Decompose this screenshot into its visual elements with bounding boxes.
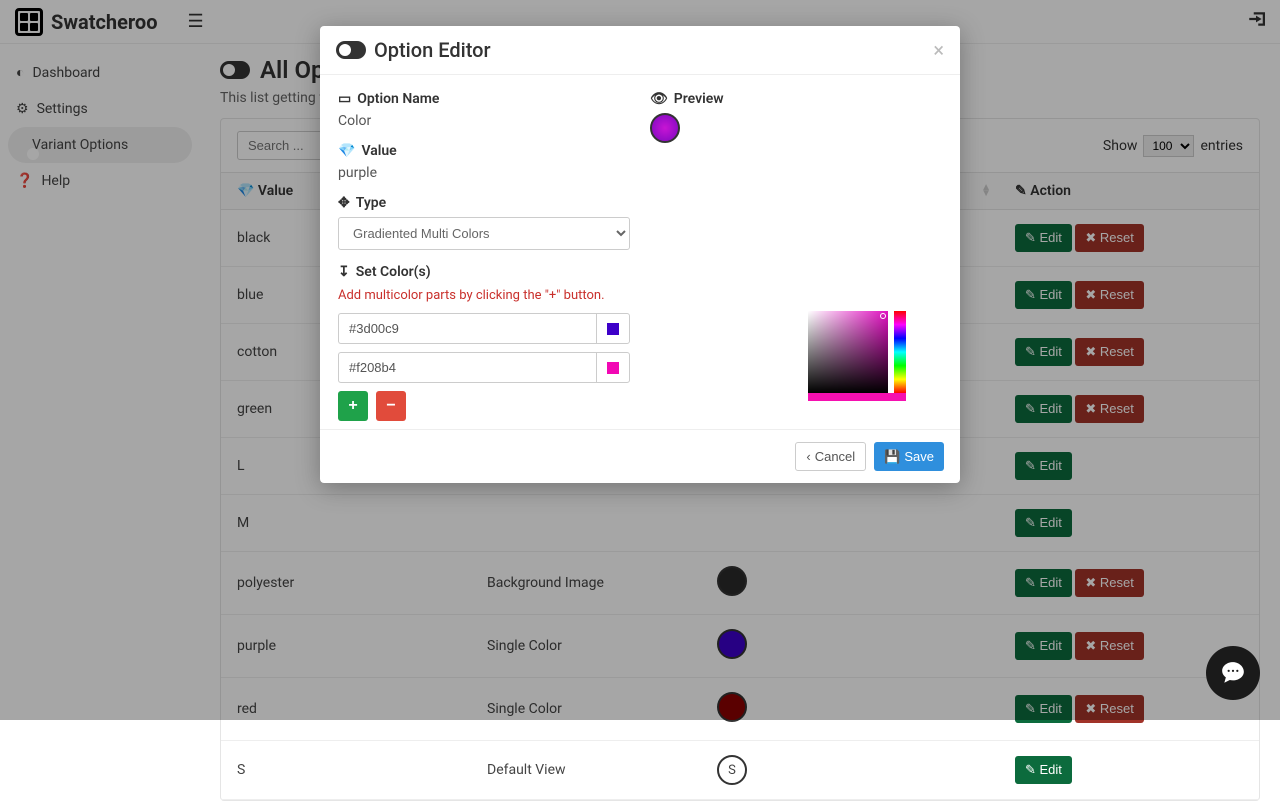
gem-icon: 💎 xyxy=(338,143,355,159)
type-icon: ✥ xyxy=(338,195,350,211)
save-button[interactable]: 💾 Save xyxy=(874,442,944,471)
value-value: purple xyxy=(338,165,630,181)
edit-button[interactable]: ✎ Edit xyxy=(1015,756,1072,784)
multicolor-hint: Add multicolor parts by clicking the "+"… xyxy=(338,288,630,303)
color-input-1[interactable] xyxy=(338,313,596,344)
preview-swatch xyxy=(650,113,680,143)
table-row: SDefault ViewS✎ Edit xyxy=(221,741,1259,800)
color-picker[interactable] xyxy=(808,311,906,401)
close-icon[interactable]: × xyxy=(933,40,944,60)
option-editor-modal: Option Editor × ▭Option Name Color 💎Valu… xyxy=(320,26,960,483)
color-swatch-1[interactable] xyxy=(596,313,630,344)
arrow-down-icon: ↧ xyxy=(338,264,350,280)
type-select[interactable]: Gradiented Multi Colors xyxy=(338,217,630,250)
modal-title: Option Editor xyxy=(374,38,491,62)
remove-color-button[interactable]: − xyxy=(376,391,406,421)
option-name-value: Color xyxy=(338,113,630,129)
cancel-button[interactable]: ‹ Cancel xyxy=(795,442,866,471)
tag-icon: ▭ xyxy=(338,91,351,107)
chat-widget[interactable] xyxy=(1206,646,1260,700)
color-swatch-2[interactable] xyxy=(596,352,630,383)
color-input-2[interactable] xyxy=(338,352,596,383)
eye-icon: 👁 xyxy=(650,91,668,107)
add-color-button[interactable]: + xyxy=(338,391,368,421)
